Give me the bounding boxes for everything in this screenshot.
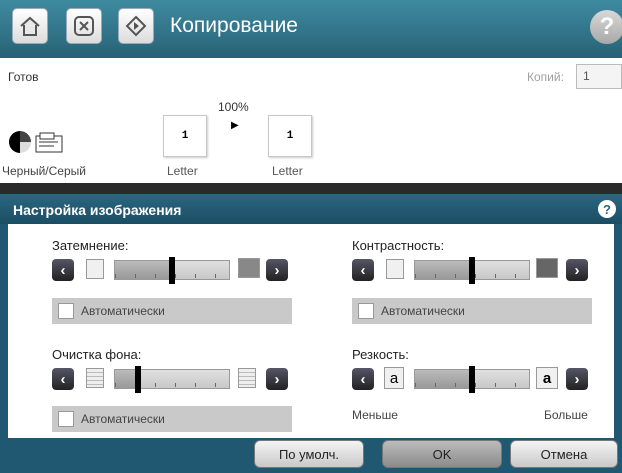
darkness-increase-button[interactable]: › [266,259,288,281]
darkness-decrease-button[interactable]: ‹ [52,259,74,281]
chevron-left-icon: ‹ [60,370,66,388]
checkbox[interactable] [358,303,374,319]
auto-label: Автоматически [381,304,465,318]
chevron-right-icon: › [574,261,580,279]
background-cleanup-label: Очистка фона: [52,347,142,362]
contrast-decrease-button[interactable]: ‹ [352,259,374,281]
status-text: Готов [8,70,39,84]
checkbox[interactable] [58,303,74,319]
sharpness-thumb[interactable] [469,366,475,393]
background-heavy-icon [238,368,256,388]
contrast-label: Контрастность: [352,238,445,253]
low-contrast-icon [386,259,404,279]
stop-icon [74,16,94,36]
contrast-thumb[interactable] [469,257,475,284]
background-auto-checkbox[interactable]: Автоматически [52,406,292,432]
sharpness-max-label: Больше [544,408,588,422]
sharpness-min-label: Меньше [352,408,398,422]
cancel-button[interactable]: Отмена [510,440,618,468]
start-icon [125,15,147,37]
sharp-a-icon: a [536,367,558,389]
sharpness-increase-button[interactable]: › [566,368,588,390]
help-button[interactable]: ? [590,10,622,44]
chevron-left-icon: ‹ [360,370,366,388]
arrow-right-icon: ▶ [231,120,239,131]
sharpness-decrease-button[interactable]: ‹ [352,368,374,390]
chevron-right-icon: › [274,370,280,388]
light-image-icon [86,259,104,279]
slider-ticks [115,383,229,387]
output-paper-label: Letter [272,164,303,178]
background-slider[interactable] [114,366,230,393]
sharpness-slider[interactable] [414,366,530,393]
start-button[interactable] [118,8,154,44]
chevron-right-icon: › [574,370,580,388]
source-paper-icon: 1 [163,115,207,157]
background-light-icon [86,368,104,388]
help-icon: ? [599,13,615,40]
high-contrast-icon [536,258,558,278]
sharpness-label: Резкость: [352,347,409,362]
home-button[interactable] [12,8,48,44]
chevron-left-icon: ‹ [60,261,66,279]
darkness-label: Затемнение: [52,238,129,253]
color-mode-label: Черный/Серый [2,164,86,178]
background-decrease-button[interactable]: ‹ [52,368,74,390]
source-paper-label: Letter [167,164,198,178]
dialog-help-button[interactable]: ? [598,200,616,218]
checkbox[interactable] [58,411,74,427]
home-icon [20,16,40,36]
zoom-value: 100% [218,100,249,114]
dialog-title: Настройка изображения [13,202,182,218]
contrast-auto-checkbox[interactable]: Автоматически [352,298,592,324]
stop-button[interactable] [66,8,102,44]
default-button[interactable]: По умолч. [254,440,364,468]
background-thumb[interactable] [134,366,141,393]
output-paper-icon: 1 [268,115,312,157]
page-title: Копирование [170,14,298,37]
copies-field[interactable]: 1 [576,64,622,89]
soft-a-icon: a [384,367,404,389]
auto-label: Автоматически [81,304,165,318]
color-mode-icon [9,131,63,153]
contrast-increase-button[interactable]: › [566,259,588,281]
ok-button[interactable]: OK [382,440,502,468]
chevron-left-icon: ‹ [360,261,366,279]
contrast-slider[interactable] [414,257,530,284]
darkness-auto-checkbox[interactable]: Автоматически [52,298,292,324]
darkness-slider[interactable] [114,257,230,284]
copies-label: Копий: [527,70,564,84]
chevron-right-icon: › [274,261,280,279]
dark-image-icon [238,258,260,278]
auto-label: Автоматически [81,412,165,426]
background-increase-button[interactable]: › [266,368,288,390]
darkness-thumb[interactable] [169,257,175,284]
